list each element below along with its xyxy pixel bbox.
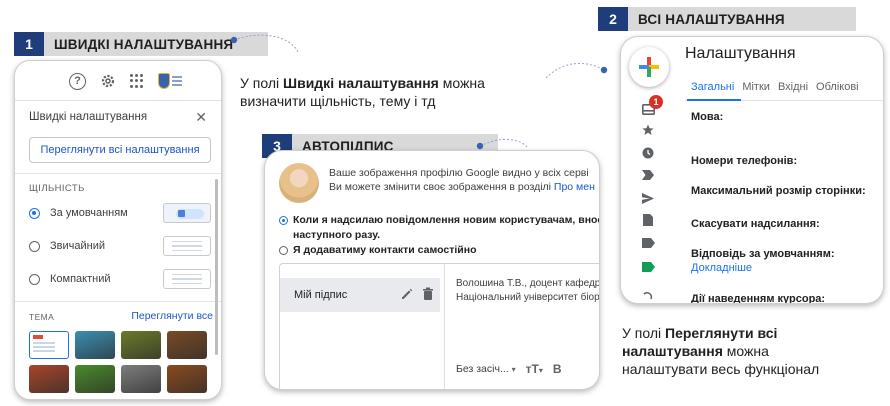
section-2-header: 2 ВСІ НАЛАШТУВАННЯ bbox=[598, 7, 856, 31]
radio-selected-icon[interactable] bbox=[279, 216, 288, 225]
theme-thumbnail[interactable] bbox=[75, 365, 115, 393]
settings-tabs: Загальні Мітки Вхідні Облікові bbox=[691, 81, 859, 93]
signature-editor: Мій підпис Волошина Т.В., доцент кафедри… bbox=[279, 263, 599, 389]
important-icon[interactable] bbox=[641, 169, 655, 181]
tab-accounts[interactable]: Облікові bbox=[816, 81, 859, 93]
delete-trash-icon[interactable] bbox=[422, 287, 434, 301]
section-2-title: ВСІ НАЛАШТУВАННЯ bbox=[638, 11, 785, 27]
quick-settings-title: Швидкі налаштування bbox=[29, 111, 148, 123]
density-preview-comfortable[interactable] bbox=[163, 236, 211, 256]
close-icon[interactable]: ✕ bbox=[195, 109, 207, 126]
apps-grid-icon[interactable] bbox=[130, 74, 144, 88]
profile-change-info: Ви можете змінити своє зображення в розд… bbox=[329, 181, 595, 193]
more-icon[interactable] bbox=[641, 291, 655, 303]
help-icon[interactable]: ? bbox=[69, 72, 86, 90]
section-1-title: ШВИДКІ НАЛАШТУВАННЯ bbox=[54, 36, 234, 52]
theme-thumbnail[interactable] bbox=[29, 365, 69, 393]
setting-undo-send: Скасувати надсилання: bbox=[691, 218, 820, 230]
theme-thumbnail[interactable] bbox=[121, 331, 161, 359]
university-logo bbox=[158, 69, 186, 93]
radio-icon[interactable] bbox=[29, 240, 40, 252]
active-tab-indicator bbox=[687, 99, 741, 101]
edit-pencil-icon[interactable] bbox=[400, 287, 414, 301]
top-icons: ? bbox=[69, 69, 186, 93]
tab-general[interactable]: Загальні bbox=[691, 81, 734, 93]
unread-count-badge: 1 bbox=[649, 95, 663, 109]
compose-button[interactable] bbox=[629, 47, 669, 87]
bold-button[interactable]: B bbox=[553, 362, 562, 376]
radio-icon[interactable] bbox=[279, 246, 288, 255]
density-option-default[interactable]: За умовчанням bbox=[29, 207, 128, 219]
radio-selected-icon[interactable] bbox=[29, 207, 40, 219]
theme-thumbnail[interactable] bbox=[29, 331, 69, 359]
font-family-select[interactable]: Без засіч... ▾ bbox=[456, 363, 516, 375]
radio-icon[interactable] bbox=[29, 273, 40, 285]
connector-2 bbox=[545, 62, 605, 79]
density-option-compact[interactable]: Компактний bbox=[29, 273, 111, 285]
signature-text-line-1[interactable]: Волошина Т.В., доцент кафедри bbox=[456, 278, 599, 289]
label-green-icon[interactable] bbox=[641, 261, 655, 273]
manual-contacts-option[interactable]: Я додаватиму контакти самостійно bbox=[279, 243, 477, 258]
theme-heading: ТЕМА bbox=[29, 312, 55, 322]
theme-thumbnail[interactable] bbox=[75, 331, 115, 359]
density-heading: ЩІЛЬНІСТЬ bbox=[29, 183, 85, 194]
setting-phone-numbers: Номери телефонів: bbox=[691, 155, 798, 167]
setting-hover-actions: Дії наведенням курсора: bbox=[691, 293, 826, 304]
compose-plus-icon bbox=[639, 57, 659, 77]
profile-image-info: Ваше зображення профілю Google видно у в… bbox=[329, 167, 589, 179]
label-icon[interactable] bbox=[641, 237, 655, 249]
note-all-settings: У полі Переглянути всі налаштування можн… bbox=[622, 325, 820, 377]
signature-panel: Ваше зображення профілю Google видно у в… bbox=[264, 150, 600, 390]
text-size-icon: тТ bbox=[525, 362, 539, 376]
theme-thumbnail[interactable] bbox=[167, 331, 207, 359]
signature-text-line-2[interactable]: Національний університет біоре bbox=[456, 292, 599, 303]
section-1-header: 1 ШВИДКІ НАЛАШТУВАННЯ bbox=[14, 32, 268, 56]
avatar bbox=[279, 163, 319, 203]
text-size-select[interactable]: тТ▾ bbox=[526, 362, 543, 376]
settings-title: Налаштування bbox=[685, 45, 796, 62]
drafts-icon[interactable] bbox=[641, 214, 655, 226]
settings-gear-icon[interactable] bbox=[100, 73, 116, 89]
signature-toolbar: Без засіч... ▾ тТ▾ B bbox=[456, 362, 562, 376]
learn-more-link[interactable]: Докладніше bbox=[691, 262, 752, 274]
sent-icon[interactable] bbox=[641, 192, 655, 204]
tab-inbox[interactable]: Вхідні bbox=[778, 81, 808, 93]
theme-thumbnail[interactable] bbox=[121, 365, 161, 393]
auto-add-contacts-option[interactable]: Коли я надсилаю повідомлення новим корис… bbox=[279, 213, 599, 243]
see-all-settings-button[interactable]: Переглянути всі налаштування bbox=[29, 137, 211, 163]
setting-max-page-size: Максимальний розмір сторінки: bbox=[691, 185, 866, 197]
see-all-themes-link[interactable]: Переглянути все bbox=[131, 310, 213, 322]
starred-icon[interactable] bbox=[641, 124, 655, 136]
section-1-number: 1 bbox=[14, 32, 44, 56]
density-option-comfortable[interactable]: Звичайний bbox=[29, 240, 105, 252]
setting-language: Мова: bbox=[691, 111, 724, 123]
setting-default-reply: Відповідь за умовчанням: bbox=[691, 248, 835, 260]
signature-list-item[interactable]: Мій підпис bbox=[280, 278, 440, 312]
scrollbar[interactable] bbox=[215, 179, 218, 355]
about-me-link[interactable]: Про мен bbox=[554, 181, 595, 193]
density-preview-compact[interactable] bbox=[163, 269, 211, 289]
note-quick-settings: У полі Швидкі налаштування можна визначи… bbox=[240, 75, 485, 109]
quick-settings-panel: ? Швидкі налаштування ✕ Переглянути всі … bbox=[14, 60, 222, 400]
theme-thumbnail[interactable] bbox=[167, 365, 207, 393]
theme-grid bbox=[29, 331, 207, 393]
tab-labels[interactable]: Мітки bbox=[742, 81, 770, 93]
section-2-number: 2 bbox=[598, 7, 628, 31]
connector-2-dot bbox=[600, 66, 608, 74]
snoozed-clock-icon[interactable] bbox=[641, 147, 655, 159]
all-settings-panel: Налаштування Загальні Мітки Вхідні Облік… bbox=[620, 36, 884, 304]
density-preview-default[interactable] bbox=[163, 203, 211, 223]
